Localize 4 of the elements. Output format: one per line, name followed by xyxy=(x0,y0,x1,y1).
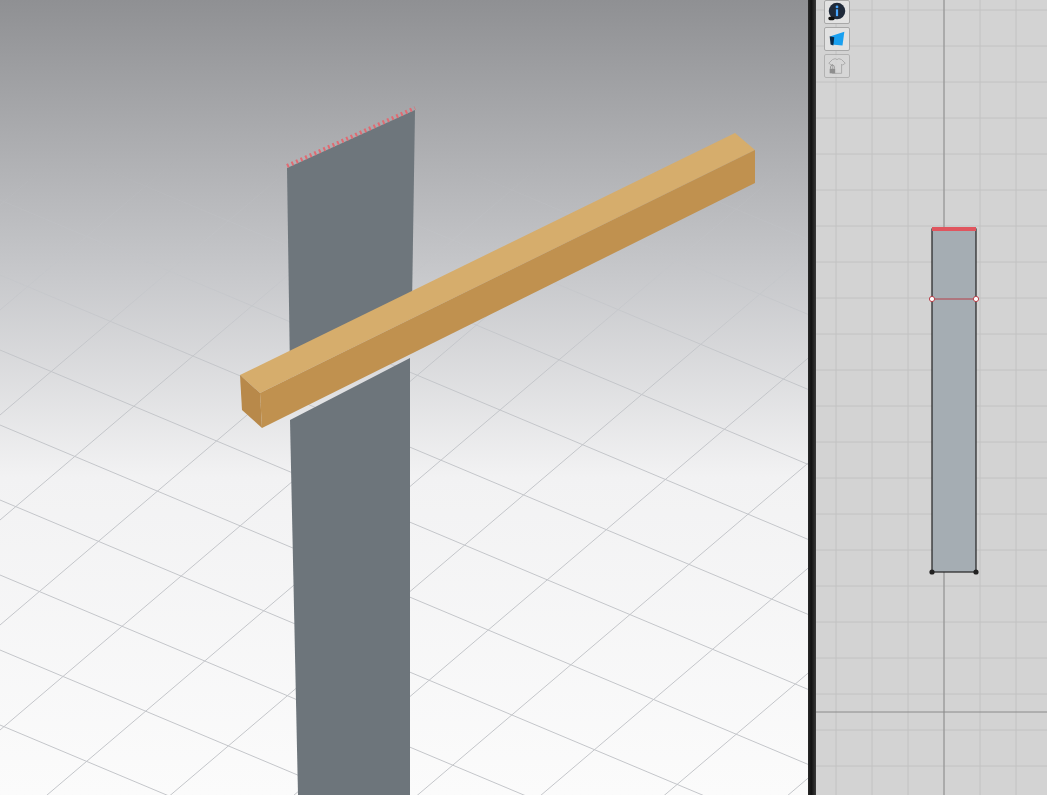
toolbar-button[interactable] xyxy=(824,27,850,51)
info-icon xyxy=(826,1,848,23)
locked-shirt-icon xyxy=(826,55,848,77)
toolbar-button[interactable] xyxy=(824,0,850,24)
